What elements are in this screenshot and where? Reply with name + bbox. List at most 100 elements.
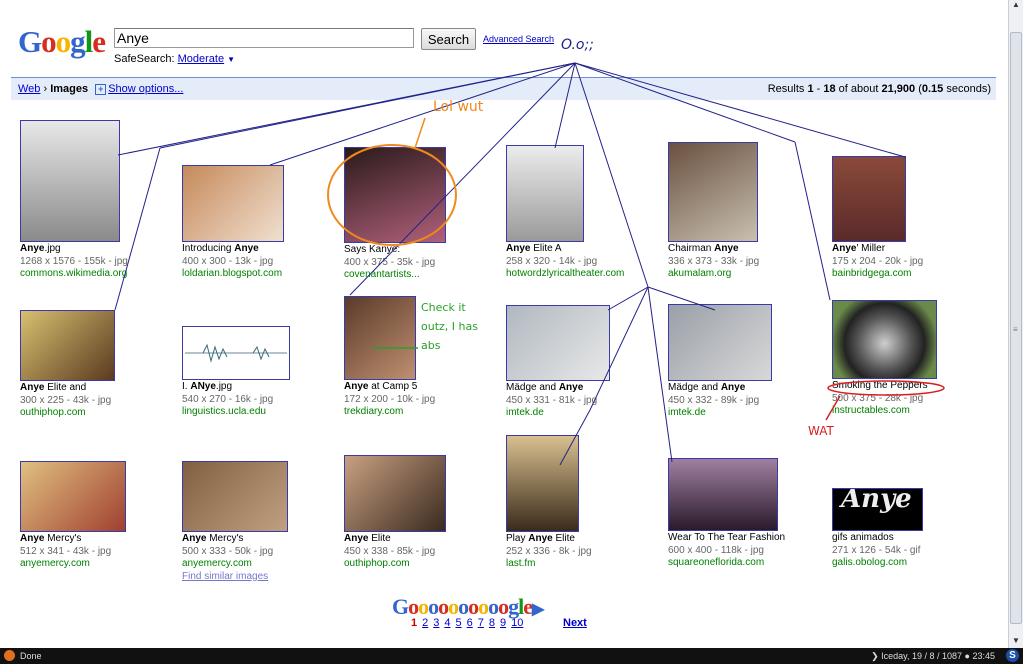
plus-icon[interactable]: + [95, 83, 107, 95]
result-thumbnail[interactable] [20, 310, 115, 381]
advanced-search-link[interactable]: Advanced Search [483, 34, 554, 44]
scroll-up-icon[interactable]: ▲ [1010, 0, 1022, 12]
breadcrumb-separator: › [43, 83, 48, 95]
result-thumbnail[interactable] [182, 461, 288, 532]
page-link[interactable]: 10 [511, 617, 523, 629]
pagination-logo-letter: o [478, 594, 489, 619]
result-title-part: Anye [832, 243, 857, 254]
image-result: Wear To The Tear Fashion 600 x 400 - 118k… [668, 458, 818, 570]
result-title: Smoking the Peppers [832, 380, 982, 393]
scroll-down-icon[interactable]: ▼ [1010, 636, 1022, 648]
find-similar-link[interactable]: Find similar images [182, 571, 268, 582]
safesearch-dropdown[interactable]: Moderate [178, 53, 224, 65]
result-thumbnail[interactable] [668, 304, 772, 381]
next-arrow-icon[interactable]: ▶ [532, 601, 544, 618]
result-meta: 175 x 204 - 20k - jpg [832, 255, 924, 267]
page-link[interactable]: 3 [433, 617, 439, 629]
result-title-part: Smoking the Peppers [832, 380, 928, 391]
web-link[interactable]: Web [18, 83, 40, 95]
safesearch-label: SafeSearch: [114, 53, 175, 65]
result-thumbnail[interactable] [182, 165, 284, 242]
result-title-part: .jpg [44, 243, 61, 254]
pagination-logo-letter: e [523, 594, 533, 619]
result-meta: 512 x 341 - 43k - jpg [20, 545, 112, 557]
result-thumbnail[interactable] [668, 142, 758, 242]
result-title-part: Introducing [182, 243, 235, 254]
result-thumbnail[interactable] [20, 461, 126, 532]
result-thumbnail[interactable] [344, 455, 446, 532]
google-logo[interactable]: Google [18, 24, 106, 60]
result-meta: 400 x 375 - 35k - jpg [344, 256, 436, 268]
result-title-part: Anye [182, 533, 207, 544]
page-link[interactable]: 7 [478, 617, 484, 629]
page-link[interactable]: 4 [444, 617, 450, 629]
result-thumbnail[interactable] [832, 300, 937, 379]
logo-letter: o [41, 24, 56, 59]
chevron-down-icon[interactable]: ▼ [227, 55, 235, 64]
image-result: Anye Elite 450 x 338 - 85k - jpg outhiphop… [344, 455, 494, 571]
result-thumbnail[interactable] [832, 156, 906, 242]
image-result: Play Anye Elite 252 x 336 - 8k - jpg last.… [506, 435, 656, 571]
page-link[interactable]: 9 [500, 617, 506, 629]
result-title: I. ANye.jpg [182, 381, 332, 394]
result-thumbnail[interactable] [506, 435, 579, 532]
result-title-part: Mercy's [206, 533, 244, 544]
result-title-part: Elite [552, 533, 575, 544]
result-thumbnail[interactable] [506, 305, 610, 381]
skype-icon[interactable]: S [1006, 649, 1019, 662]
result-meta: 500 x 375 - 28k - jpg [832, 392, 924, 404]
result-title-part: Says Kanye: [344, 244, 401, 255]
result-title: Wear To The Tear Fashion [668, 532, 818, 545]
search-button[interactable]: Search [421, 28, 476, 50]
result-thumbnail[interactable] [20, 120, 120, 242]
image-result: Anye Mercy's 512 x 341 - 43k - jpg anyemer… [20, 461, 170, 571]
results-bar: Web › Images + Show options... Results 1 … [11, 77, 996, 100]
result-title-part: Anye [506, 243, 531, 254]
result-meta: 252 x 336 - 8k - jpg [506, 545, 592, 557]
result-site: loldarian.blogspot.com [182, 268, 283, 279]
annotation-line [554, 62, 576, 149]
page-link[interactable]: 5 [456, 617, 462, 629]
image-result: Anye Elite A 258 x 320 - 14k - jpg hotword… [506, 145, 656, 281]
result-thumbnail[interactable] [344, 296, 416, 380]
result-site: last.fm [506, 558, 536, 569]
result-site: trekdiary.com [344, 406, 404, 417]
status-bar: Done ❯ Iceday, 19 / 8 / 1087 ● 23:45 S [0, 648, 1023, 664]
annotation-lol-wut: Lol wut [433, 99, 484, 115]
result-title-part: Mercy's [44, 533, 82, 544]
result-title-part: .jpg [215, 381, 233, 392]
page-link[interactable]: 6 [467, 617, 473, 629]
result-title-part: ANye [190, 381, 216, 392]
show-options-link[interactable]: Show options... [108, 83, 183, 95]
result-thumbnail[interactable]: Anye [832, 488, 923, 531]
result-title-part: Mädge and [668, 382, 721, 393]
result-site: anyemercy.com [20, 558, 90, 569]
pagination-logo-letter: o [468, 594, 479, 619]
page-link[interactable]: 8 [489, 617, 495, 629]
result-meta: 540 x 270 - 16k - jpg [182, 393, 274, 405]
result-meta: 500 x 333 - 50k - jpg [182, 545, 274, 557]
safesearch-row: SafeSearch: Moderate ▼ [114, 53, 235, 65]
waveform-icon [185, 343, 287, 363]
pagination-logo-letter: o [408, 594, 419, 619]
result-meta: 336 x 373 - 33k - jpg [668, 255, 760, 267]
search-input[interactable] [114, 28, 414, 48]
result-thumbnail[interactable] [182, 326, 290, 380]
page-link[interactable]: 2 [422, 617, 428, 629]
image-result: Anye.jpg 1268 x 1576 - 155k - jpg commons.… [20, 120, 170, 281]
result-thumbnail[interactable] [506, 145, 584, 242]
result-title: Anye Mercy's [182, 533, 332, 546]
result-thumbnail[interactable] [344, 147, 446, 243]
vertical-scrollbar[interactable]: ▲ ≡ ▼ [1008, 0, 1023, 648]
result-thumbnail[interactable] [668, 458, 778, 531]
result-title-part: Anye [344, 381, 369, 392]
result-site: galis.obolog.com [832, 557, 908, 568]
result-title: Chairman Anye [668, 243, 818, 256]
annotation-wat: WAT [808, 424, 834, 438]
result-title-part: Elite and [44, 382, 87, 393]
scroll-thumb[interactable]: ≡ [1010, 32, 1022, 624]
result-title-part: Elite A [530, 243, 562, 254]
result-title-part: Mädge and [506, 382, 559, 393]
result-title-part: gifs animados [832, 532, 894, 543]
next-page-link[interactable]: Next [563, 617, 587, 629]
